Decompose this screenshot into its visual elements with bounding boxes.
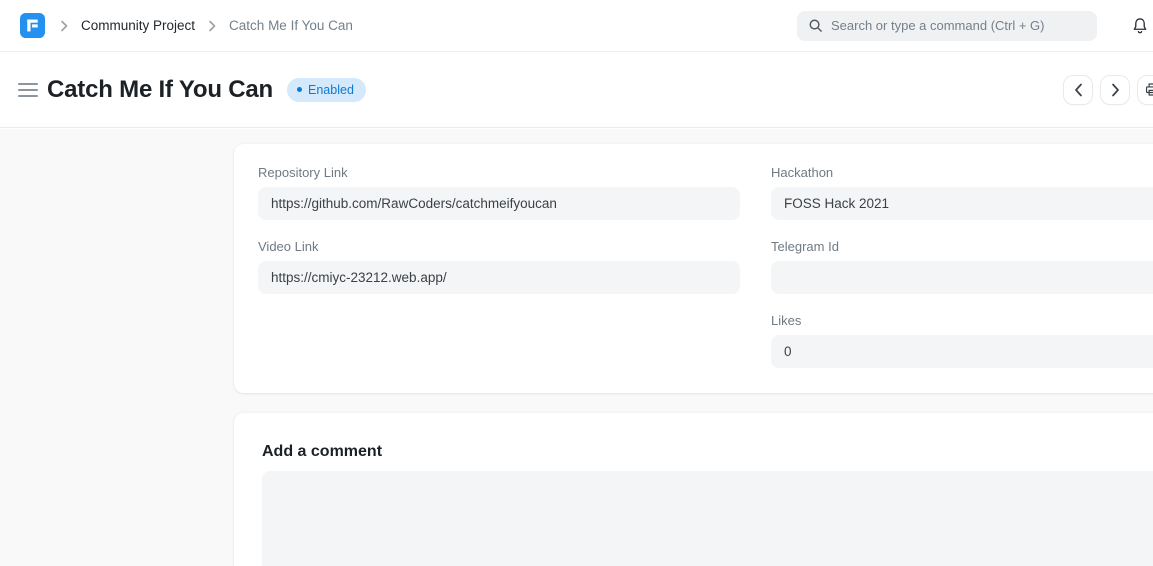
header-actions bbox=[1063, 75, 1153, 105]
form-column-right: Hackathon Telegram Id Likes bbox=[771, 165, 1153, 368]
telegram-id-label: Telegram Id bbox=[771, 239, 1153, 255]
hackathon-field: Hackathon bbox=[771, 165, 1153, 220]
notifications-button[interactable] bbox=[1130, 15, 1150, 37]
details-form: Repository Link Video Link Hackathon Tel… bbox=[258, 165, 1153, 368]
bell-icon bbox=[1131, 16, 1149, 36]
status-dot-icon bbox=[297, 87, 302, 92]
video-link-input[interactable] bbox=[258, 261, 740, 294]
printer-icon bbox=[1144, 81, 1153, 98]
page-header: Catch Me If You Can Enabled bbox=[0, 52, 1153, 128]
add-comment-heading: Add a comment bbox=[262, 443, 1153, 461]
video-link-label: Video Link bbox=[258, 239, 740, 255]
chevron-left-icon bbox=[1074, 83, 1083, 97]
sidebar-toggle-icon[interactable] bbox=[18, 83, 38, 97]
hackathon-input[interactable] bbox=[771, 187, 1153, 220]
form-column-left: Repository Link Video Link bbox=[258, 165, 740, 368]
global-search[interactable] bbox=[797, 11, 1097, 41]
next-document-button[interactable] bbox=[1100, 75, 1130, 105]
video-link-field: Video Link bbox=[258, 239, 740, 294]
page-title: Catch Me If You Can bbox=[47, 76, 273, 104]
print-button[interactable] bbox=[1137, 75, 1153, 105]
prev-document-button[interactable] bbox=[1063, 75, 1093, 105]
hackathon-label: Hackathon bbox=[771, 165, 1153, 181]
likes-label: Likes bbox=[771, 313, 1153, 329]
search-input[interactable] bbox=[831, 18, 1086, 33]
details-card: Repository Link Video Link Hackathon Tel… bbox=[234, 144, 1153, 393]
comment-input[interactable] bbox=[262, 471, 1153, 566]
chevron-right-icon bbox=[60, 20, 68, 32]
app-logo[interactable] bbox=[19, 13, 45, 39]
status-badge-label: Enabled bbox=[308, 83, 354, 97]
likes-field: Likes bbox=[771, 313, 1153, 368]
repository-link-label: Repository Link bbox=[258, 165, 740, 181]
repository-link-field: Repository Link bbox=[258, 165, 740, 220]
breadcrumb-item-current[interactable]: Catch Me If You Can bbox=[229, 18, 353, 33]
comments-card: Add a comment bbox=[234, 413, 1153, 566]
breadcrumb-item-community-project[interactable]: Community Project bbox=[81, 18, 195, 33]
main-content: Repository Link Video Link Hackathon Tel… bbox=[0, 129, 1153, 566]
frappe-logo-icon bbox=[20, 13, 45, 38]
top-navbar: Community Project Catch Me If You Can bbox=[0, 0, 1153, 52]
telegram-id-field: Telegram Id bbox=[771, 239, 1153, 294]
chevron-right-icon bbox=[1111, 83, 1120, 97]
telegram-id-input[interactable] bbox=[771, 261, 1153, 294]
breadcrumb: Community Project Catch Me If You Can bbox=[60, 18, 353, 33]
chevron-right-icon bbox=[208, 20, 216, 32]
repository-link-input[interactable] bbox=[258, 187, 740, 220]
likes-input[interactable] bbox=[771, 335, 1153, 368]
search-icon bbox=[808, 18, 823, 33]
status-badge: Enabled bbox=[287, 78, 366, 102]
